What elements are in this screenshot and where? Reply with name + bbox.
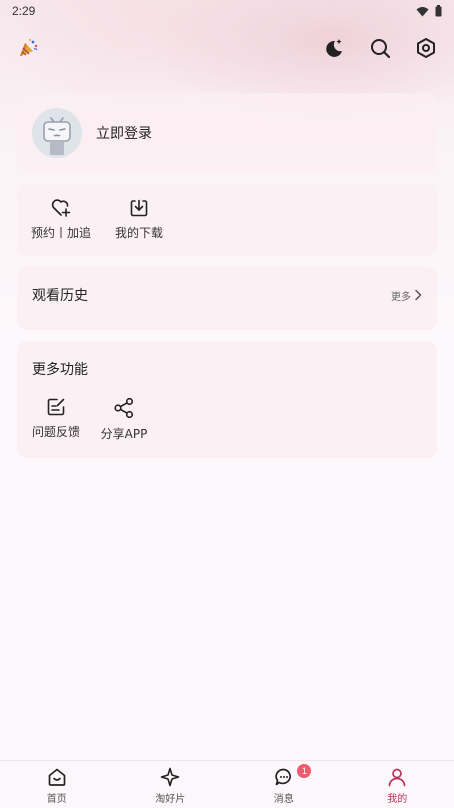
battery-icon <box>435 5 442 17</box>
history-title: 观看历史 <box>32 288 88 304</box>
tab-home[interactable]: 首页 <box>0 761 114 808</box>
bottom-tab-bar: 首页 淘好片 1 消息 我的 <box>0 760 454 808</box>
download-icon <box>130 199 148 217</box>
more-functions-list: 问题反馈 分享APP <box>32 397 422 442</box>
share-app-label: 分享APP <box>100 427 148 441</box>
status-time: 2:29 <box>12 4 36 18</box>
more-functions-card: 更多功能 问题反馈 分享APP <box>17 341 437 458</box>
share-icon <box>114 397 134 419</box>
message-badge: 1 <box>297 764 312 778</box>
tab-messages[interactable]: 1 消息 <box>227 761 341 808</box>
more-label: 更多 <box>391 291 411 303</box>
settings-icon[interactable] <box>414 36 438 60</box>
tab-home-label: 首页 <box>46 794 67 805</box>
tab-discover-label: 淘好片 <box>155 794 186 805</box>
status-bar: 2:29 <box>0 0 454 22</box>
watch-history-card: 观看历史 更多 <box>17 267 437 330</box>
more-functions-title: 更多功能 <box>32 362 88 378</box>
downloads-button[interactable]: 我的下载 <box>110 198 168 241</box>
quick-actions-card: 预约丨加追 我的下载 <box>17 184 437 256</box>
home-icon <box>48 768 66 786</box>
feedback-label: 问题反馈 <box>32 425 81 439</box>
top-actions <box>322 36 438 60</box>
tab-profile-label: 我的 <box>387 794 408 805</box>
tab-messages-label: 消息 <box>273 794 294 805</box>
reservation-label: 预约丨加追 <box>31 226 92 240</box>
profile-icon <box>388 768 406 787</box>
wifi-icon <box>416 6 429 16</box>
tv-mascot-icon <box>43 117 71 155</box>
downloads-label: 我的下载 <box>114 226 163 240</box>
history-more-link[interactable]: 更多 <box>391 288 422 303</box>
top-bar <box>0 28 454 68</box>
reservation-button[interactable]: 预约丨加追 <box>31 198 92 241</box>
share-app-button[interactable]: 分享APP <box>100 397 148 442</box>
message-icon <box>275 768 291 786</box>
status-icons <box>416 5 442 17</box>
sparkle-icon <box>160 767 180 787</box>
party-popper-icon[interactable] <box>16 36 40 60</box>
tab-discover[interactable]: 淘好片 <box>114 761 228 808</box>
night-mode-icon[interactable] <box>322 36 346 60</box>
avatar <box>32 108 82 158</box>
login-label: 立即登录 <box>96 126 152 142</box>
feedback-button[interactable]: 问题反馈 <box>32 397 80 442</box>
chevron-right-icon <box>415 289 422 301</box>
feedback-icon <box>47 398 65 416</box>
tab-profile[interactable]: 我的 <box>341 761 454 808</box>
history-header: 观看历史 更多 <box>32 285 422 305</box>
search-icon[interactable] <box>368 36 392 60</box>
heart-plus-icon <box>51 199 71 217</box>
login-card[interactable]: 立即登录 <box>17 93 437 173</box>
